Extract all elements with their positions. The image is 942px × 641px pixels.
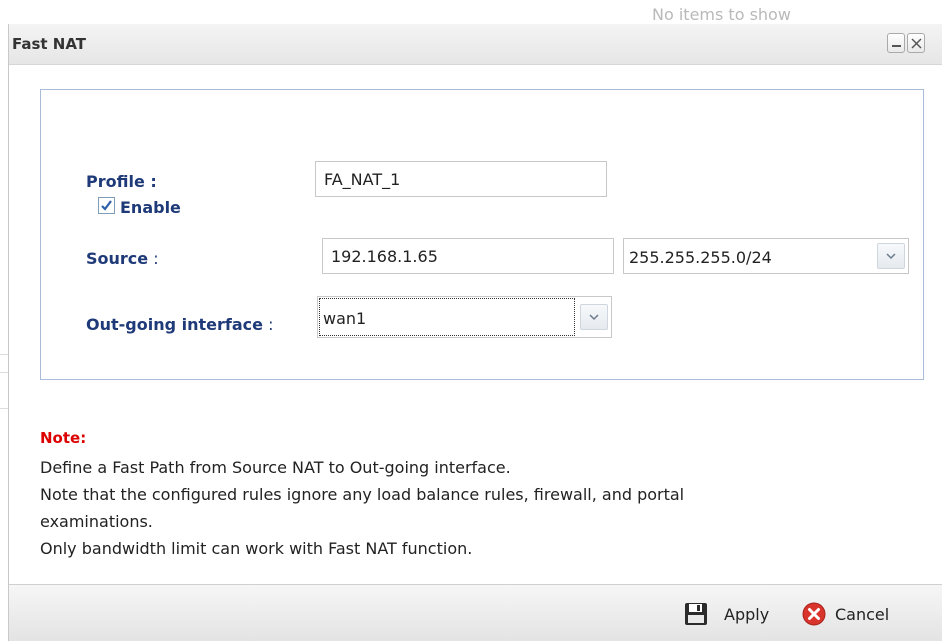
fast-nat-dialog: Fast NAT Profile : Enable Source :	[8, 24, 942, 641]
outgoing-interface-value: wan1	[323, 309, 367, 328]
page: No items to show Fast NAT Profile : FA_N…	[0, 0, 942, 641]
note-title: Note:	[40, 429, 87, 447]
source-mask-select[interactable]: 255.255.255.0/24	[623, 238, 909, 274]
dialog-titlebar[interactable]: Fast NAT	[9, 24, 942, 65]
source-label-group: Source :	[86, 249, 159, 268]
profile-input[interactable]	[315, 161, 607, 197]
minimize-button[interactable]	[887, 33, 905, 53]
source-label: Source	[86, 249, 149, 268]
enable-label: Enable	[120, 198, 181, 217]
chevron-down-icon	[589, 314, 599, 321]
checkmark-icon	[101, 200, 112, 211]
outgoing-label-group: Out-going interface :	[86, 315, 273, 334]
outgoing-dropdown-button[interactable]	[580, 304, 608, 330]
note-line: Define a Fast Path from Source NAT to Ou…	[40, 458, 511, 477]
source-mask-dropdown-button[interactable]	[877, 243, 905, 269]
source-colon: :	[148, 249, 159, 268]
chevron-down-icon	[886, 253, 896, 260]
background-grid-header: No items to show	[0, 0, 942, 24]
outgoing-colon: :	[262, 315, 274, 334]
note-line: Only bandwidth limit can work with Fast …	[40, 539, 473, 558]
apply-button[interactable]: Apply	[683, 601, 783, 627]
cancel-button[interactable]: Cancel	[801, 601, 921, 627]
source-mask-value: 255.255.255.0/24	[629, 248, 772, 267]
cancel-icon	[802, 602, 826, 626]
apply-label: Apply	[724, 605, 770, 624]
close-icon	[911, 38, 922, 49]
profile-label: Profile :	[86, 172, 157, 191]
cancel-label: Cancel	[835, 605, 890, 624]
note-line: examinations.	[40, 512, 153, 531]
note-line: Note that the configured rules ignore an…	[40, 485, 685, 504]
empty-grid-text: No items to show	[652, 5, 791, 24]
outgoing-label: Out-going interface	[86, 315, 263, 334]
outgoing-interface-select[interactable]: wan1	[317, 296, 612, 338]
source-ip-input[interactable]	[322, 238, 614, 274]
profile-form-box: Profile : Enable Source : 255.255.255.0/…	[40, 89, 924, 380]
dialog-title: Fast NAT	[12, 35, 87, 53]
dialog-footer: Apply Cancel	[9, 584, 942, 641]
close-button[interactable]	[907, 33, 925, 53]
enable-checkbox[interactable]	[98, 197, 115, 214]
save-icon	[685, 603, 707, 625]
